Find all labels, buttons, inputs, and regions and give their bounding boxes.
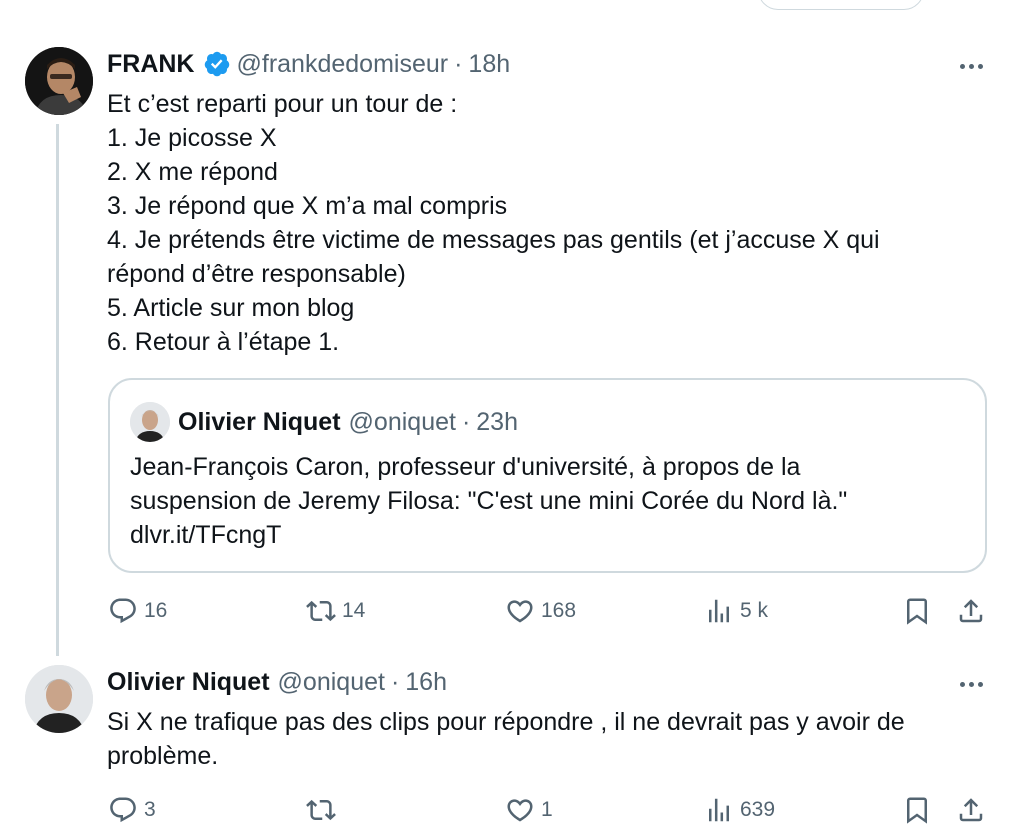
repost-button[interactable]: 14 (306, 591, 365, 631)
avatar[interactable] (25, 665, 93, 733)
quoted-line: suspension de Jeremy Filosa: "C'est une … (130, 487, 848, 515)
verified-badge-icon (204, 51, 229, 77)
quoted-author-handle: @oniquet (348, 408, 456, 436)
reply-button[interactable]: 3 (108, 790, 156, 830)
author-handle[interactable]: @frankdedomiseur (237, 47, 449, 81)
author-name[interactable]: FRANK (107, 47, 195, 81)
bookmark-button[interactable] (902, 790, 932, 830)
separator-dot: · (461, 408, 471, 436)
tweet-line: 4. Je prétends être victime de messages … (107, 226, 880, 254)
quoted-tweet-header: Olivier Niquet @oniquet · 23h (178, 405, 518, 439)
tweet-actions-bar: 3 1 639 (0, 790, 1020, 830)
reply-icon (110, 797, 136, 823)
views-count: 5 k (740, 599, 769, 622)
tweet-line: 2. X me répond (107, 158, 278, 186)
like-icon (507, 799, 533, 822)
tweet-line: Si X ne trafique pas des clips pour répo… (107, 708, 905, 736)
author-name[interactable]: Olivier Niquet (107, 665, 270, 699)
reply-icon (110, 598, 136, 624)
views-button[interactable]: 639 (704, 790, 775, 830)
share-icon (959, 798, 983, 822)
like-count: 1 (541, 798, 553, 821)
like-button[interactable]: 1 (505, 790, 553, 830)
quoted-link[interactable]: dlvr.it/TFcngT (130, 518, 970, 552)
separator-dot: · (390, 668, 400, 696)
thread-connector-line (56, 124, 59, 656)
tweet-line: problème. (107, 742, 219, 770)
like-icon (507, 600, 533, 623)
reply-count: 3 (144, 798, 156, 821)
tweet-text: Si X ne trafique pas des clips pour répo… (107, 705, 987, 773)
like-button[interactable]: 168 (505, 591, 576, 631)
reply-button[interactable]: 16 (108, 591, 167, 631)
repost-icon (306, 600, 336, 622)
views-icon (709, 599, 729, 623)
tweet-line: Et c’est reparti pour un tour de : (107, 90, 458, 118)
top-button-partial[interactable] (758, 0, 924, 10)
quoted-timestamp: 23h (476, 408, 518, 436)
tweet-line: 5. Article sur mon blog (107, 294, 355, 322)
share-button[interactable] (956, 790, 986, 830)
like-count: 168 (541, 599, 577, 622)
tweet-header: FRANK @frankdedomiseur · 18h (107, 47, 510, 81)
repost-button[interactable] (306, 790, 342, 830)
tweet-header: Olivier Niquet @oniquet · 16h (107, 665, 447, 699)
views-icon (709, 798, 729, 822)
share-button[interactable] (956, 591, 986, 631)
quoted-tweet-card[interactable]: Olivier Niquet @oniquet · 23h Jean-Franç… (108, 378, 987, 573)
quoted-line: Jean-François Caron, professeur d'univer… (130, 453, 801, 481)
reply-count: 16 (144, 599, 168, 622)
quoted-avatar[interactable] (130, 402, 170, 442)
tweet-line: répond d’être responsable) (107, 260, 406, 288)
quoted-author-name: Olivier Niquet (178, 408, 341, 436)
bookmark-icon (907, 598, 927, 625)
separator-dot: · (454, 50, 463, 78)
more-icon[interactable] (960, 64, 983, 69)
quoted-tweet-text: Jean-François Caron, professeur d'univer… (130, 450, 970, 552)
timestamp[interactable]: 18h (468, 47, 510, 81)
views-count: 639 (740, 798, 776, 821)
tweet-line: 6. Retour à l’étape 1. (107, 328, 340, 356)
bookmark-button[interactable] (902, 591, 932, 631)
timestamp[interactable]: 16h (405, 665, 447, 699)
repost-count: 14 (342, 599, 366, 622)
avatar[interactable] (25, 47, 93, 115)
views-button[interactable]: 5 k (704, 591, 768, 631)
author-handle[interactable]: @oniquet (278, 665, 385, 699)
tweet-text: Et c’est reparti pour un tour de : 1. Je… (107, 87, 987, 359)
share-icon (959, 599, 983, 623)
tweet-line: 1. Je picosse X (107, 124, 277, 152)
repost-icon (306, 799, 336, 821)
tweet-line: 3. Je répond que X m’a mal compris (107, 192, 508, 220)
more-icon[interactable] (960, 682, 983, 687)
tweet-actions-bar: 16 14 168 5 k (0, 591, 1020, 631)
bookmark-icon (907, 797, 927, 824)
